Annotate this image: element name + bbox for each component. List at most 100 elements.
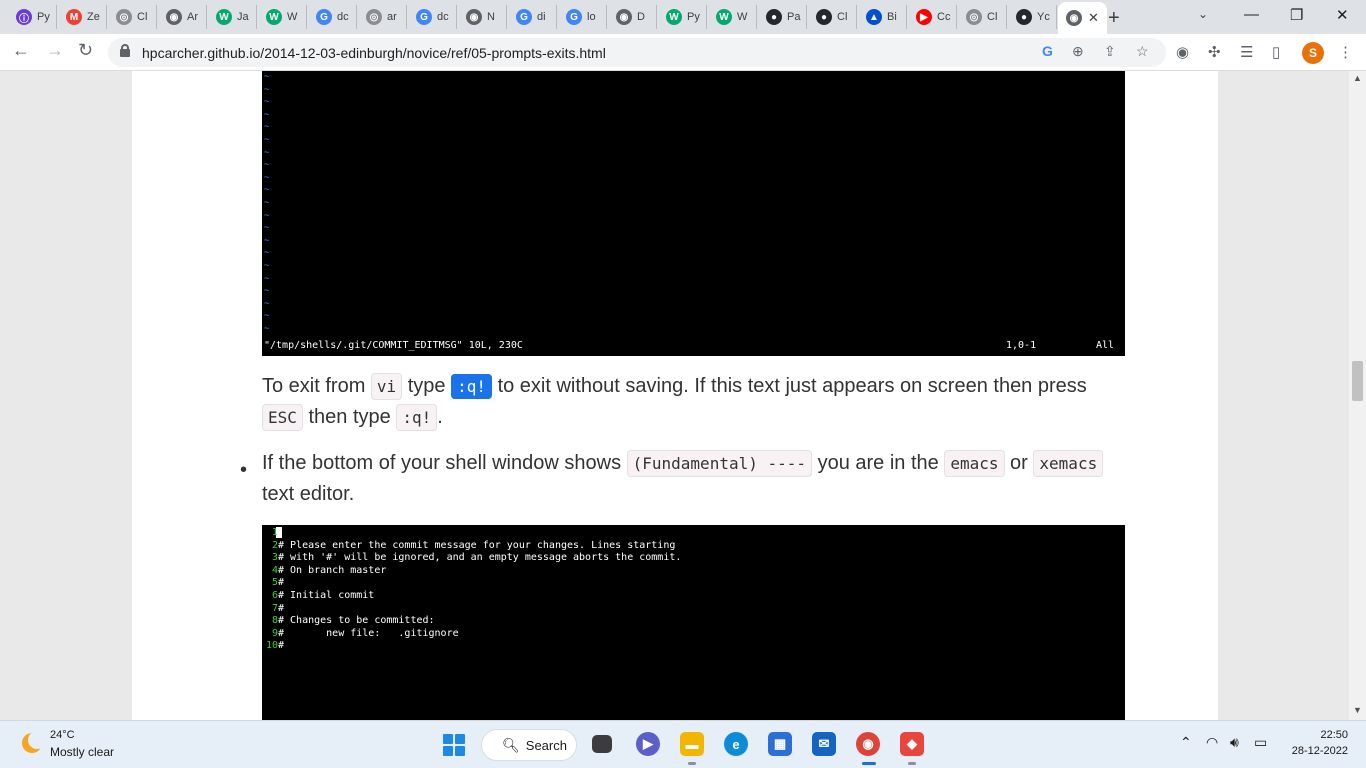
- microsoft-store-icon[interactable]: ▦: [768, 732, 792, 756]
- line-number: 9: [271, 627, 278, 639]
- browser-tab[interactable]: ▶ Cc: [908, 5, 957, 29]
- zoom-icon[interactable]: ⊕: [1072, 43, 1084, 60]
- browser-tab[interactable]: ⓘ Py: [8, 5, 57, 29]
- github-icon: ●: [816, 9, 832, 25]
- google-lens-icon[interactable]: G: [1042, 43, 1053, 59]
- tab-title: Ar: [187, 11, 198, 23]
- browser-tab[interactable]: ◎ Cl: [958, 5, 1007, 29]
- classroom-icon: ◎: [966, 9, 982, 25]
- browser-tab[interactable]: ◉ Ar: [158, 5, 207, 29]
- browser-tab[interactable]: W Ja: [208, 5, 257, 29]
- scroll-up-arrow-icon[interactable]: ▲: [1353, 73, 1362, 83]
- vim-status-position: 1,0-1: [1006, 340, 1037, 351]
- weather-temperature[interactable]: 24°C: [50, 729, 75, 741]
- text-run: to exit without saving. If this text jus…: [492, 375, 1087, 397]
- browser-tab[interactable]: ◉ D: [608, 5, 657, 29]
- url-text[interactable]: hpcarcher.github.io/2014-12-03-edinburgh…: [142, 45, 606, 61]
- browser-menu-icon[interactable]: ⋮: [1338, 43, 1353, 61]
- edge-browser-icon[interactable]: e: [724, 732, 748, 756]
- vim-tilde: ~: [264, 273, 270, 284]
- vertical-scrollbar[interactable]: ▲ ▼: [1349, 71, 1366, 720]
- show-hidden-icons-chevron-icon[interactable]: ⌃: [1180, 734, 1192, 751]
- w3schools-icon: W: [666, 9, 682, 25]
- browser-tab[interactable]: ◎ Cl: [108, 5, 157, 29]
- grammarly-extension-icon[interactable]: ◉: [1176, 43, 1189, 61]
- browser-tab[interactable]: W Py: [658, 5, 707, 29]
- vim-tilde: ~: [264, 235, 270, 246]
- vim-status-scroll: All: [1096, 340, 1115, 351]
- close-window-icon[interactable]: ✕: [1336, 6, 1349, 24]
- close-tab-icon[interactable]: ✕: [1088, 10, 1099, 26]
- file-explorer-icon[interactable]: ▬: [680, 732, 704, 756]
- scroll-thumb[interactable]: [1352, 361, 1363, 401]
- classroom-icon: ◎: [366, 9, 382, 25]
- github-icon: ●: [766, 9, 782, 25]
- back-icon[interactable]: ←: [12, 40, 30, 61]
- git-tool-icon[interactable]: ◆: [900, 732, 924, 756]
- browser-tab[interactable]: ◎ ar: [358, 5, 407, 29]
- volume-icon[interactable]: 🔊︎: [1230, 734, 1239, 751]
- teams-chat-icon[interactable]: ▶: [636, 732, 660, 756]
- forward-icon[interactable]: →: [46, 40, 64, 61]
- line-text: # new file: .gitignore: [278, 627, 459, 639]
- line-number: 1: [271, 527, 278, 538]
- clock-date[interactable]: 28-12-2022: [1284, 745, 1348, 757]
- editor-line: 7#: [264, 603, 284, 616]
- new-tab-button[interactable]: +: [1108, 7, 1120, 30]
- browser-tab[interactable]: WW: [258, 5, 307, 29]
- browser-tab[interactable]: ● Yc: [1008, 5, 1057, 29]
- address-bar[interactable]: hpcarcher.github.io/2014-12-03-edinburgh…: [108, 38, 1166, 67]
- browser-tab[interactable]: ● Pa: [758, 5, 807, 29]
- browser-tab[interactable]: ● Cl: [808, 5, 857, 29]
- emacs-bullet-paragraph: If the bottom of your shell window shows…: [262, 448, 1122, 510]
- line-text: #: [278, 640, 285, 652]
- browser-tab[interactable]: ◉ N: [458, 5, 507, 29]
- browser-tab[interactable]: ◉ ✕: [1058, 2, 1107, 34]
- browser-tab[interactable]: WW: [708, 5, 757, 29]
- vim-tilde: ~: [264, 198, 270, 208]
- start-button[interactable]: [443, 734, 465, 756]
- tab-title: N: [487, 11, 495, 23]
- taskbar-search[interactable]: 🔍︎ Search: [481, 729, 577, 761]
- weather-description[interactable]: Mostly clear: [50, 745, 114, 759]
- chrome-taskbar-icon[interactable]: ◉: [856, 732, 880, 756]
- share-icon[interactable]: ⇪: [1104, 43, 1116, 60]
- lock-icon[interactable]: [120, 44, 130, 57]
- wifi-icon[interactable]: ◠: [1206, 734, 1218, 751]
- line-number: 4: [271, 564, 278, 576]
- editor-line: 3# with '#' will be ignored, and an empt…: [264, 552, 681, 565]
- line-text: #: [278, 602, 285, 614]
- tab-title: ar: [387, 11, 397, 23]
- bookmark-star-icon[interactable]: ☆: [1136, 43, 1149, 60]
- battery-icon[interactable]: ▭: [1254, 734, 1267, 751]
- media-queue-icon[interactable]: ☰: [1240, 43, 1253, 61]
- extensions-puzzle-icon[interactable]: ✣: [1208, 43, 1221, 61]
- browser-tab[interactable]: Gdc: [408, 5, 457, 29]
- tab-title: Py: [687, 11, 700, 23]
- running-indicator: [908, 762, 916, 765]
- vim-tilde: ~: [264, 97, 270, 108]
- minimize-icon[interactable]: —: [1244, 6, 1259, 23]
- browser-tab[interactable]: Gdc: [308, 5, 357, 29]
- clock-time[interactable]: 22:50: [1310, 729, 1348, 741]
- browser-toolbar: ← → ↻ hpcarcher.github.io/2014-12-03-edi…: [0, 34, 1366, 71]
- search-label: Search: [525, 737, 567, 753]
- browser-tab[interactable]: Glo: [558, 5, 607, 29]
- browser-tab[interactable]: ▲ Bi: [858, 5, 907, 29]
- browser-tab[interactable]: Gdi: [508, 5, 557, 29]
- tab-search-chevron-icon[interactable]: ⌄: [1198, 7, 1208, 21]
- mail-icon[interactable]: ✉: [812, 732, 836, 756]
- scroll-down-arrow-icon[interactable]: ▼: [1353, 705, 1362, 715]
- line-number: 5: [271, 577, 278, 589]
- editor-line: 6# Initial commit: [264, 590, 374, 603]
- task-view-icon[interactable]: [592, 735, 612, 753]
- reload-icon[interactable]: ↻: [78, 40, 93, 61]
- weather-moon-icon[interactable]: [22, 731, 46, 753]
- vim-tilde: ~: [264, 298, 270, 309]
- browser-tab[interactable]: M Ze: [58, 5, 107, 29]
- profile-avatar[interactable]: S: [1302, 42, 1324, 64]
- side-panel-icon[interactable]: ▯: [1272, 43, 1280, 61]
- editor-line: 10#: [264, 640, 284, 653]
- restore-icon[interactable]: ❐: [1290, 6, 1303, 24]
- google-icon: G: [516, 9, 532, 25]
